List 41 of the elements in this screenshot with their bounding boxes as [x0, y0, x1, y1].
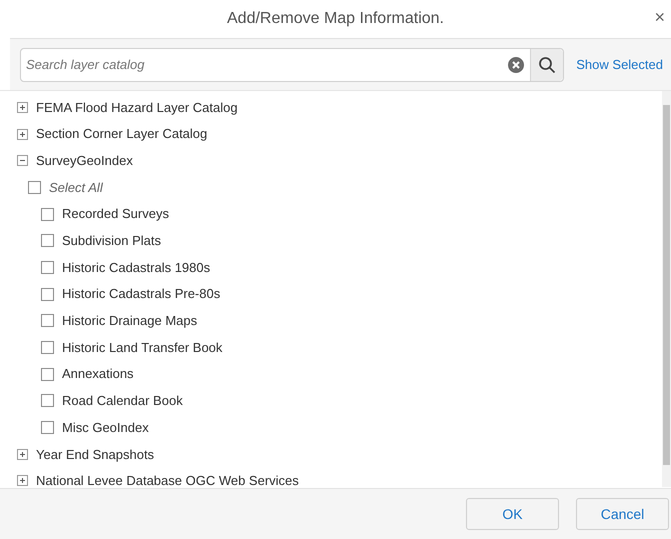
select-all-label[interactable]: Select All	[49, 178, 103, 198]
layer-label[interactable]: Misc GeoIndex	[62, 418, 149, 438]
search-field[interactable]: Search layer catalog	[21, 54, 508, 74]
search-icon	[538, 56, 556, 74]
checkbox[interactable]	[28, 180, 41, 194]
catalog-label[interactable]: Section Corner Layer Catalog	[36, 124, 208, 144]
show-selected-link[interactable]: Show Selected	[576, 54, 663, 74]
clear-icon[interactable]	[508, 56, 524, 72]
layer-label[interactable]: Subdivision Plats	[62, 231, 161, 251]
collapse-icon[interactable]	[17, 155, 28, 166]
checkbox[interactable]	[41, 368, 54, 381]
checkbox[interactable]	[41, 341, 54, 354]
catalog-label[interactable]: Year End Snapshots	[36, 444, 154, 464]
expand-icon[interactable]	[17, 448, 28, 460]
layer-label[interactable]: Historic Cadastrals Pre-80s	[62, 284, 220, 304]
layer-label[interactable]: Road Calendar Book	[62, 391, 183, 411]
close-button[interactable]: ×	[654, 8, 665, 26]
layer-label[interactable]: Historic Cadastrals 1980s	[62, 258, 210, 278]
expand-icon[interactable]	[17, 475, 28, 486]
expand-icon[interactable]	[17, 128, 28, 140]
catalog-label[interactable]: SurveyGeoIndex	[36, 150, 133, 170]
catalog-label[interactable]: FEMA Flood Hazard Layer Catalog	[36, 98, 238, 118]
layer-label[interactable]: Recorded Surveys	[62, 204, 169, 224]
checkbox[interactable]	[41, 314, 54, 328]
layer-label[interactable]: Historic Land Transfer Book	[62, 338, 222, 358]
dialog-button[interactable]: Cancel	[576, 498, 669, 530]
scrollbar[interactable]	[662, 91, 671, 487]
checkbox[interactable]	[41, 421, 54, 434]
search-button[interactable]	[530, 48, 564, 80]
dialog-title: Add/Remove Map Information.	[227, 9, 444, 29]
catalog-label[interactable]: National Levee Database OGC Web Services	[36, 471, 299, 491]
checkbox[interactable]	[41, 288, 54, 301]
checkbox[interactable]	[41, 260, 54, 274]
checkbox[interactable]	[41, 234, 54, 248]
checkbox[interactable]	[41, 208, 54, 221]
dialog-button[interactable]: OK	[466, 498, 559, 530]
search-bar[interactable]: Search layer catalog	[20, 48, 564, 82]
layer-label[interactable]: Annexations	[62, 364, 134, 384]
checkbox[interactable]	[41, 394, 54, 408]
expand-icon[interactable]	[17, 102, 28, 113]
layer-label[interactable]: Historic Drainage Maps	[62, 311, 198, 331]
